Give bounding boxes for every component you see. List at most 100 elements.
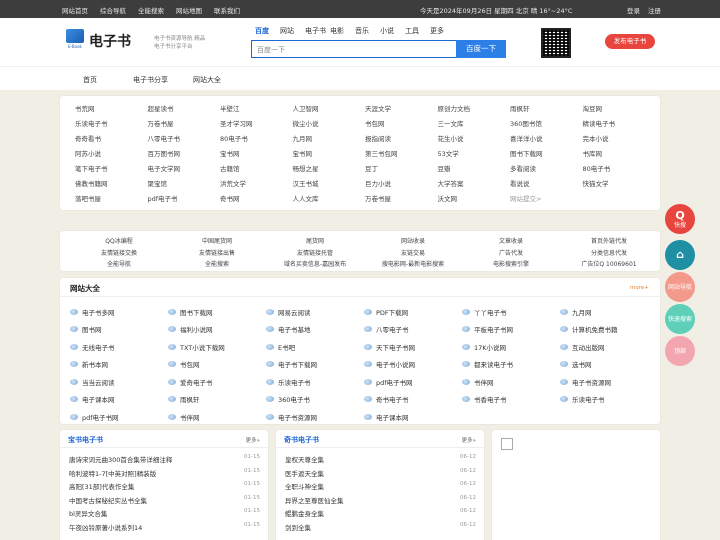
site-link[interactable]: 多看阅读: [510, 163, 583, 178]
site-entry[interactable]: 电子书基地: [266, 321, 364, 339]
nav-ebook-share[interactable]: 电子书分享: [133, 75, 168, 85]
site-entry[interactable]: pdf电子书网: [70, 408, 168, 426]
site-entry[interactable]: 360电子书: [266, 391, 364, 409]
site-link[interactable]: 阿苏小说: [75, 148, 148, 163]
site-entry[interactable]: 电子书资源网: [560, 373, 658, 391]
site-link[interactable]: 第三书包网: [365, 148, 438, 163]
site-link[interactable]: 电子文学网: [148, 163, 221, 178]
back-to-top-button[interactable]: 顶部: [665, 336, 695, 366]
site-link[interactable]: 畅想之星: [293, 163, 366, 178]
site-link[interactable]: 落吧书屋: [75, 193, 148, 208]
site-link[interactable]: 完本小说: [583, 133, 656, 148]
site-entry[interactable]: 八零电子书: [364, 321, 462, 339]
list-item[interactable]: bl灵异文合集 01-15: [69, 508, 260, 522]
site-entry[interactable]: 丫丫电子书: [462, 303, 560, 321]
service-link[interactable]: 友情链接出售: [168, 248, 266, 260]
site-link[interactable]: 圣才学习网: [220, 118, 293, 133]
site-entry[interactable]: pdf电子书网: [364, 373, 462, 391]
list-item[interactable]: 鲲鹏金身全集 06-12: [285, 508, 476, 522]
site-entry[interactable]: 图书网: [70, 321, 168, 339]
service-link[interactable]: 域名买卖信息-嘉园发布: [266, 259, 364, 271]
site-entry[interactable]: 书伴网: [462, 373, 560, 391]
service-link[interactable]: 分类信息代发: [560, 248, 658, 260]
service-link[interactable]: 全能导航: [70, 259, 168, 271]
site-link[interactable]: 万卷书屋: [365, 193, 438, 208]
nav-home[interactable]: 首页: [83, 75, 97, 85]
site-link[interactable]: 80电子书: [583, 163, 656, 178]
site-link[interactable]: 360图书馆: [510, 118, 583, 133]
search-tab-ebook[interactable]: 电子书: [305, 26, 330, 36]
search-tab-tools[interactable]: 工具: [405, 26, 430, 36]
site-entry[interactable]: 17K小说网: [462, 338, 560, 356]
service-link[interactable]: 网站收录: [364, 236, 462, 248]
site-link[interactable]: 奇奇看书: [75, 133, 148, 148]
site-entry[interactable]: 电子书小说网: [364, 356, 462, 374]
site-link[interactable]: 报指阅读: [365, 133, 438, 148]
logo-text[interactable]: 电子书: [89, 31, 131, 51]
site-link[interactable]: 书荒网: [75, 103, 148, 118]
site-entry[interactable]: 电子书资源网: [266, 408, 364, 426]
service-link[interactable]: 友情链接交换: [70, 248, 168, 260]
logo-icon[interactable]: E-Book: [64, 29, 86, 53]
site-link[interactable]: 53文学: [438, 148, 511, 163]
site-link[interactable]: 半壁江: [220, 103, 293, 118]
site-entry[interactable]: 爱奇电子书: [168, 373, 266, 391]
column-more-link[interactable]: 更多»: [246, 436, 260, 444]
site-entry[interactable]: 书包网: [168, 356, 266, 374]
site-link[interactable]: 宝书网: [220, 148, 293, 163]
top-link-home[interactable]: 网站首页: [62, 5, 88, 15]
site-link[interactable]: 汉王书城: [293, 178, 366, 193]
site-entry[interactable]: TXT小说下载网: [168, 338, 266, 356]
list-item[interactable]: 高阳[31部]代表作全集 01-15: [69, 481, 260, 495]
service-link[interactable]: 搜电影网-最新电影搜索: [364, 259, 462, 271]
site-link[interactable]: 八零电子书: [148, 133, 221, 148]
site-entry[interactable]: 雨枫轩: [168, 391, 266, 409]
site-link[interactable]: 巨力小说: [365, 178, 438, 193]
site-entry[interactable]: 电子课本网: [364, 408, 462, 426]
site-entry[interactable]: 电子书下载网: [266, 356, 364, 374]
site-entry[interactable]: 互动出版网: [560, 338, 658, 356]
site-link[interactable]: 奇书网: [220, 193, 293, 208]
site-entry[interactable]: [560, 408, 658, 426]
quick-search-button[interactable]: Q 快搜: [665, 204, 695, 234]
site-link[interactable]: 原创力文档: [438, 103, 511, 118]
top-link-search[interactable]: 全能搜索: [138, 5, 164, 15]
service-link[interactable]: 广告位Q 10069601: [560, 259, 658, 271]
site-entry[interactable]: 福利小说网: [168, 321, 266, 339]
site-entry[interactable]: PDF下载网: [364, 303, 462, 321]
site-link[interactable]: [583, 193, 656, 208]
search-tab-baidu[interactable]: 百度: [255, 26, 280, 36]
site-entry[interactable]: 天下电子书网: [364, 338, 462, 356]
search-tab-more[interactable]: 更多: [430, 26, 455, 36]
list-item[interactable]: 哈利波特1-7[中英对照]精装版 01-15: [69, 468, 260, 482]
site-link[interactable]: 精读电子书: [583, 118, 656, 133]
site-entry[interactable]: 电子书多网: [70, 303, 168, 321]
search-tab-music[interactable]: 音乐: [355, 26, 380, 36]
site-link[interactable]: 看说说: [510, 178, 583, 193]
service-link[interactable]: 广告代发: [462, 248, 560, 260]
site-link[interactable]: 人卫智网: [293, 103, 366, 118]
list-item[interactable]: 唐诗宋词元曲300首合集带详细注释 01-15: [69, 454, 260, 468]
site-link[interactable]: 三一文库: [438, 118, 511, 133]
top-link-sitemap[interactable]: 网站地图: [176, 5, 202, 15]
list-item[interactable]: 全职斗神全集 06-12: [285, 481, 476, 495]
site-link[interactable]: 宝书网: [293, 148, 366, 163]
site-link[interactable]: 九月网: [293, 133, 366, 148]
site-link[interactable]: 沃文网: [438, 193, 511, 208]
site-link[interactable]: 天涯文学: [365, 103, 438, 118]
site-entry[interactable]: 九月网: [560, 303, 658, 321]
service-link[interactable]: 文章收录: [462, 236, 560, 248]
service-link[interactable]: 友情链接托管: [266, 248, 364, 260]
service-link[interactable]: 首页外链代发: [560, 236, 658, 248]
site-entry[interactable]: [462, 408, 560, 426]
site-link[interactable]: 聚宝馆: [148, 178, 221, 193]
service-link[interactable]: 尾货网: [266, 236, 364, 248]
site-entry[interactable]: 乐读电子书: [266, 373, 364, 391]
service-link[interactable]: QQ冰编程: [70, 236, 168, 248]
site-entry[interactable]: 选书网: [560, 356, 658, 374]
list-item[interactable]: 午夜凶铃原著小说系列14 01-15: [69, 522, 260, 536]
site-link[interactable]: 微尘小说: [293, 118, 366, 133]
site-link[interactable]: 花生小说: [438, 133, 511, 148]
site-link[interactable]: 大学答案: [438, 178, 511, 193]
site-entry[interactable]: 都来读电子书: [462, 356, 560, 374]
